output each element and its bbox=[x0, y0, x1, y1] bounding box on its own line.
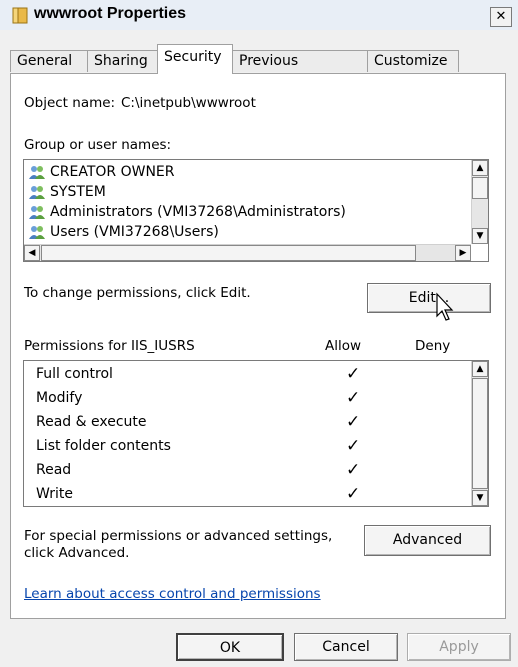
users-icon bbox=[29, 166, 45, 179]
scroll-up-arrow-icon[interactable]: ▲ bbox=[472, 160, 488, 176]
scroll-down-arrow-icon[interactable]: ▼ bbox=[472, 228, 488, 244]
scroll-thumb[interactable] bbox=[472, 177, 488, 199]
list-item[interactable]: Users (VMI37268\Users) bbox=[28, 222, 219, 242]
permission-name: Write bbox=[36, 486, 73, 502]
tab-security[interactable]: Security bbox=[157, 44, 233, 74]
user-list-vertical-scrollbar[interactable]: ▲ ▼ bbox=[471, 160, 488, 244]
special-permissions-text-line2: click Advanced. bbox=[24, 545, 130, 561]
permission-name: Read & execute bbox=[36, 414, 147, 430]
permissions-list[interactable]: Full control ✓ Modify ✓ Read & execute ✓… bbox=[23, 360, 489, 507]
mouse-cursor-icon bbox=[436, 292, 454, 321]
properties-dialog: wwwroot Properties ✕ General Sharing Sec… bbox=[0, 0, 518, 667]
table-row: List folder contents bbox=[36, 434, 171, 458]
tab-customize[interactable]: Customize bbox=[367, 50, 459, 72]
list-item[interactable]: Administrators (VMI37268\Administrators) bbox=[28, 202, 346, 222]
permission-name: Full control bbox=[36, 366, 113, 382]
users-icon bbox=[29, 226, 45, 239]
advanced-button[interactable]: Advanced bbox=[364, 525, 491, 556]
allow-check-icon: ✓ bbox=[346, 364, 361, 384]
title-bar: wwwroot Properties ✕ bbox=[0, 0, 518, 30]
user-list-horizontal-scrollbar[interactable]: ◀ ▶ bbox=[24, 244, 471, 261]
users-icon bbox=[29, 186, 45, 199]
security-panel: Object name: C:\inetpub\wwwroot Group or… bbox=[10, 73, 506, 619]
window-title: wwwroot Properties bbox=[34, 5, 187, 22]
close-button[interactable]: ✕ bbox=[490, 7, 512, 27]
tab-sharing[interactable]: Sharing bbox=[87, 50, 158, 72]
scroll-left-arrow-icon[interactable]: ◀ bbox=[24, 245, 40, 261]
tab-previous-versions[interactable]: Previous Versions bbox=[232, 50, 368, 90]
object-name-value: C:\inetpub\wwwroot bbox=[121, 95, 256, 111]
users-icon bbox=[29, 206, 45, 219]
allow-column-header: Allow bbox=[325, 338, 362, 354]
user-list[interactable]: CREATOR OWNER SYSTEM Administrators (VMI… bbox=[23, 159, 489, 262]
allow-check-icon: ✓ bbox=[346, 436, 361, 456]
table-row: Write bbox=[36, 482, 73, 506]
user-name: CREATOR OWNER bbox=[50, 164, 175, 180]
user-name: Users (VMI37268\Users) bbox=[50, 224, 219, 240]
deny-column-header: Deny bbox=[415, 338, 451, 354]
object-name-label: Object name: bbox=[24, 95, 116, 111]
cancel-button[interactable]: Cancel bbox=[294, 633, 398, 661]
permission-name: Read bbox=[36, 462, 72, 478]
allow-check-icon: ✓ bbox=[346, 460, 361, 480]
list-item[interactable]: CREATOR OWNER bbox=[28, 162, 175, 182]
table-row: Read bbox=[36, 458, 71, 482]
ok-button[interactable]: OK bbox=[176, 633, 284, 661]
user-name: Administrators (VMI37268\Administrators) bbox=[50, 204, 346, 220]
tab-general[interactable]: General bbox=[10, 50, 88, 72]
permission-name: List folder contents bbox=[36, 438, 171, 454]
allow-check-icon: ✓ bbox=[346, 484, 361, 504]
scroll-thumb[interactable] bbox=[41, 245, 416, 261]
group-user-label: Group or user names: bbox=[24, 137, 172, 153]
list-item[interactable]: SYSTEM bbox=[28, 182, 106, 202]
table-row: Full control bbox=[36, 362, 113, 386]
permissions-for-label: Permissions for IIS_IUSRS bbox=[24, 338, 195, 354]
edit-button[interactable]: Edit... bbox=[367, 283, 491, 313]
table-row: Read & execute bbox=[36, 410, 147, 434]
change-permissions-text: To change permissions, click Edit. bbox=[24, 285, 251, 301]
permission-name: Modify bbox=[36, 390, 83, 406]
tab-strip: General Sharing Security Previous Versio… bbox=[10, 42, 510, 90]
allow-check-icon: ✓ bbox=[346, 412, 361, 432]
allow-check-icon: ✓ bbox=[346, 388, 361, 408]
table-row: Modify bbox=[36, 386, 82, 410]
apply-button[interactable]: Apply bbox=[407, 633, 511, 661]
user-name: SYSTEM bbox=[50, 184, 106, 200]
special-permissions-text-line1: For special permissions or advanced sett… bbox=[24, 528, 333, 544]
learn-more-link[interactable]: Learn about access control and permissio… bbox=[24, 586, 321, 602]
folder-icon bbox=[12, 7, 28, 24]
scroll-down-arrow-icon[interactable]: ▼ bbox=[472, 490, 488, 506]
scroll-thumb[interactable] bbox=[472, 378, 488, 489]
permissions-vertical-scrollbar[interactable]: ▲ ▼ bbox=[471, 361, 488, 506]
scroll-up-arrow-icon[interactable]: ▲ bbox=[472, 361, 488, 377]
scroll-right-arrow-icon[interactable]: ▶ bbox=[455, 245, 471, 261]
